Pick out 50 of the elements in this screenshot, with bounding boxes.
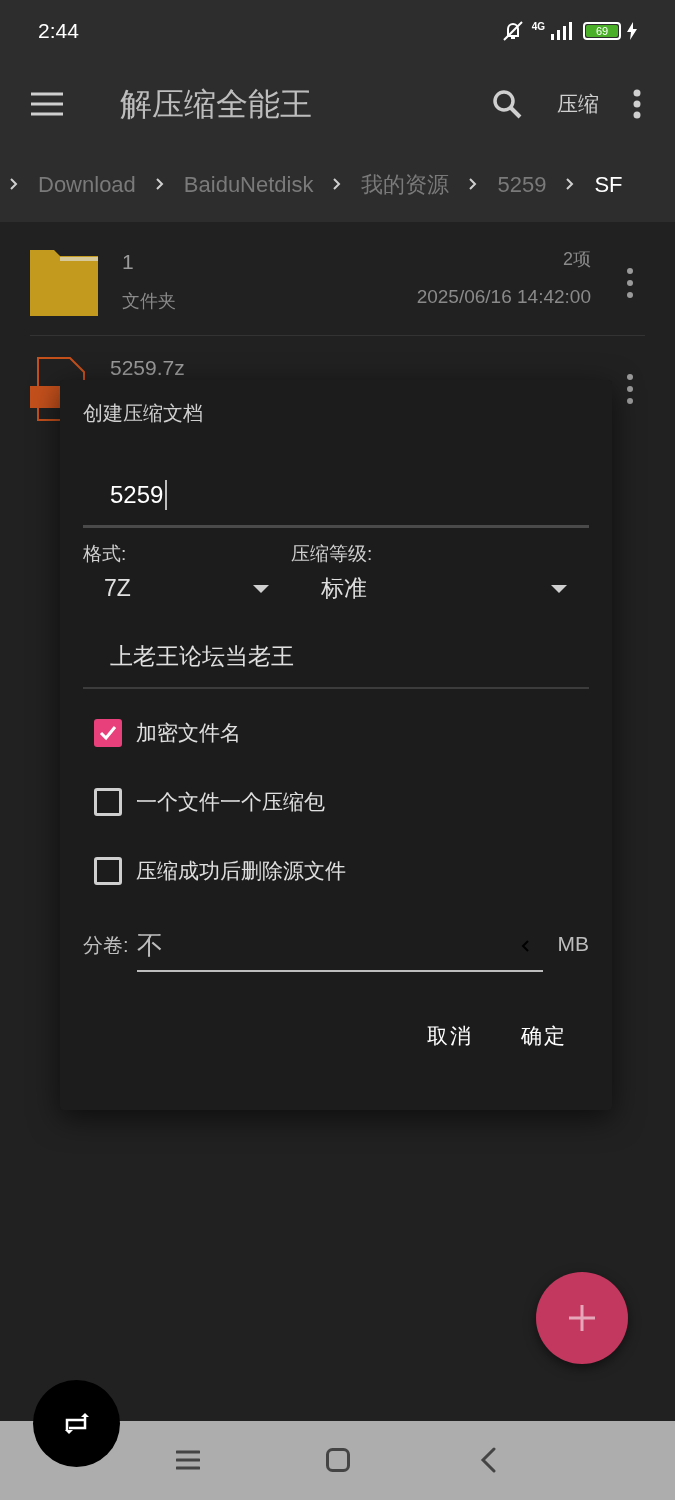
chevron-left-icon [520, 939, 529, 952]
battery-indicator: 69 [583, 22, 621, 40]
format-label: 格式: [83, 542, 128, 566]
dialog-title: 创建压缩文档 [83, 401, 204, 426]
level-dropdown[interactable]: 标准 [291, 568, 589, 609]
more-options-icon [633, 89, 641, 119]
checkbox[interactable] [94, 857, 122, 885]
format-dropdown[interactable]: 7Z [83, 568, 275, 609]
dropdown-caret-icon [253, 584, 269, 593]
dialog-button[interactable]: 取消 [415, 1011, 485, 1060]
password-field[interactable]: 上老王论坛当老王 [83, 626, 589, 689]
app-title: 解压缩全能王 [120, 85, 312, 124]
file-type: 文件夹 [122, 289, 176, 313]
charging-bolt-icon [627, 22, 637, 40]
folder-icon [30, 249, 98, 316]
breadcrumb-item[interactable]: SF [594, 167, 623, 201]
square-icon [325, 1447, 350, 1472]
file-name: 5259.7z [110, 355, 185, 381]
clock: 2:44 [38, 18, 79, 45]
option-label: 压缩成功后删除源文件 [136, 858, 346, 885]
signal-icon [551, 22, 573, 40]
compress-button[interactable]: 压缩 [549, 80, 607, 128]
option-label: 一个文件一个压缩包 [136, 789, 325, 816]
chevron-right-icon [155, 178, 164, 190]
item-count: 2项 [563, 248, 591, 271]
dropdown-caret-icon [551, 584, 567, 593]
checkbox[interactable] [94, 788, 122, 816]
modified-date: 2025/06/16 14:42:00 [416, 285, 591, 309]
chevron-right-icon [10, 178, 18, 190]
file-name: 1 [122, 249, 135, 275]
unit-label: MB [557, 931, 589, 957]
back-icon [479, 1446, 496, 1473]
archive-name-field[interactable]: 5259 [83, 464, 589, 528]
option-label: 加密文件名 [136, 720, 241, 747]
more-options-icon [627, 267, 633, 298]
check-icon [98, 723, 118, 743]
menu-icon [175, 1449, 200, 1470]
chevron-right-icon [333, 178, 342, 190]
checkbox[interactable] [94, 719, 122, 747]
search-icon [492, 89, 522, 119]
menu-icon [31, 92, 63, 116]
chevron-right-icon [566, 178, 575, 190]
dialog-button[interactable]: 确定 [509, 1011, 579, 1060]
chevron-right-icon [469, 178, 478, 190]
split-size-field[interactable]: 不 [136, 921, 543, 972]
split-label: 分卷: [83, 932, 129, 958]
network-type: 4G [531, 19, 545, 34]
more-options-icon [627, 374, 633, 404]
plus-icon [569, 1305, 595, 1331]
level-label: 压缩等级: [291, 542, 374, 566]
